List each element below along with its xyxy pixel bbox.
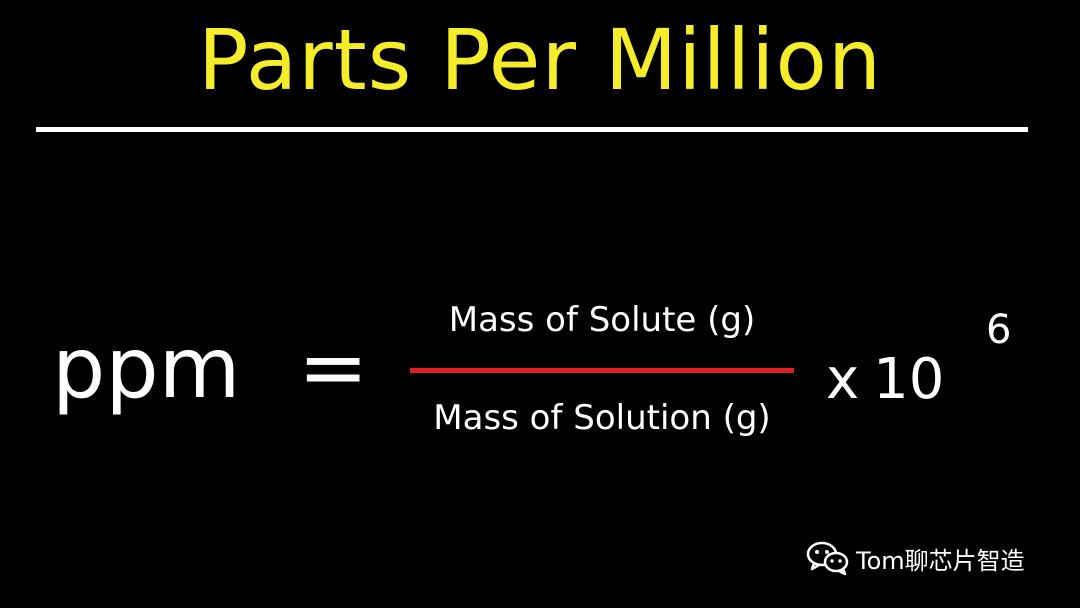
power-exponent: 6: [986, 307, 1012, 353]
page-title: Parts Per Million: [197, 11, 883, 109]
equation-lhs: ppm: [52, 319, 241, 417]
fraction-numerator: Mass of Solute (g): [448, 300, 756, 340]
fraction-denominator: Mass of Solution (g): [433, 398, 771, 438]
equals-sign: =: [298, 318, 369, 416]
wechat-icon: [806, 541, 849, 576]
title-underline: [36, 127, 1028, 132]
fraction-bar: [410, 368, 794, 373]
watermark: Tom聊芯片智造: [806, 536, 1025, 580]
power-base: 10: [873, 347, 945, 412]
multiplier: x 10: [826, 340, 944, 420]
watermark-text: Tom聊芯片智造: [856, 546, 1025, 575]
times-sign: x: [826, 347, 860, 412]
